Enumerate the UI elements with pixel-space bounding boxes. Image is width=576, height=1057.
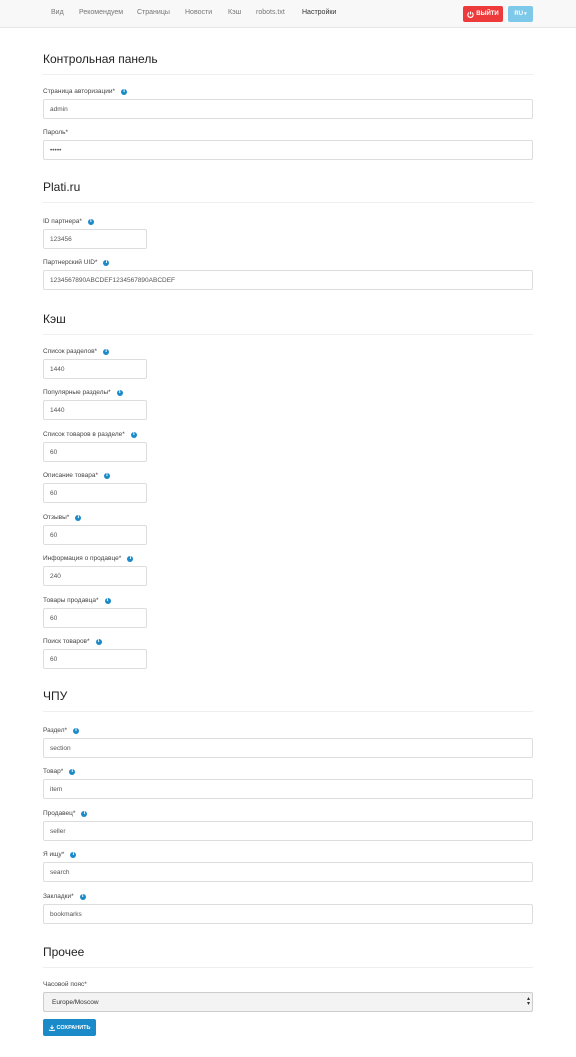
- cache-seller-items-input[interactable]: 60: [43, 608, 147, 628]
- cache-item-search-input[interactable]: 60: [43, 649, 147, 669]
- cache-reviews-input[interactable]: 60: [43, 525, 147, 545]
- seo-field-label-text: Раздел*: [43, 727, 68, 734]
- partner-uid-input[interactable]: 1234567890ABCDEF1234567890ABCDEF: [43, 270, 533, 290]
- section-title-seo-urls: ЧПУ: [43, 689, 68, 703]
- logout-button[interactable]: ВЫЙТИ: [463, 6, 503, 22]
- download-icon: [48, 1024, 55, 1031]
- cache-items-in-section-input[interactable]: 60: [43, 442, 147, 462]
- seo-item-input[interactable]: item: [43, 779, 533, 799]
- password-input[interactable]: •••••: [43, 140, 533, 160]
- info-icon[interactable]: i: [103, 259, 110, 266]
- partner-id-label: ID партнера* i: [43, 218, 94, 225]
- cache-field-label: Поиск товаров* i: [43, 638, 102, 645]
- seo-section-input[interactable]: section: [43, 738, 533, 758]
- partner-uid-label: Партнерский UID* i: [43, 259, 110, 266]
- cache-sections-list-input[interactable]: 1440: [43, 359, 147, 379]
- info-icon[interactable]: i: [121, 88, 128, 95]
- language-dropdown[interactable]: RU ▾: [508, 6, 533, 22]
- save-label: СОХРАНИТЬ: [56, 1024, 91, 1031]
- seo-field-label-text: Продавец*: [43, 810, 76, 817]
- nav-item-pages[interactable]: Страницы: [137, 9, 170, 16]
- caret-down-icon: ▾: [524, 11, 527, 17]
- seo-field-label: Я ищу* i: [43, 851, 77, 858]
- info-icon[interactable]: i: [116, 389, 123, 396]
- seo-bookmarks-input[interactable]: bookmarks: [43, 904, 533, 924]
- info-icon[interactable]: i: [79, 893, 86, 900]
- timezone-value: Europe/Moscow: [52, 998, 99, 1006]
- nav-item-news[interactable]: Новости: [185, 9, 212, 16]
- cache-item-description-input[interactable]: 60: [43, 483, 147, 503]
- cache-field-label-text: Товары продавца*: [43, 597, 99, 604]
- partner-id-label-text: ID партнера*: [43, 218, 82, 225]
- timezone-select[interactable]: Europe/Moscow ▴ ▾: [43, 992, 533, 1012]
- login-page-label: Страница авторизации* i: [43, 88, 128, 95]
- seo-field-label-text: Закладки*: [43, 893, 74, 900]
- divider: [43, 711, 533, 712]
- seo-search-input[interactable]: search: [43, 862, 533, 882]
- seo-field-label: Продавец* i: [43, 810, 88, 817]
- partner-id-input[interactable]: 123456: [43, 229, 147, 249]
- cache-field-label-text: Описание товара*: [43, 472, 98, 479]
- cache-field-label-text: Отзывы*: [43, 514, 70, 521]
- login-page-input[interactable]: admin: [43, 99, 533, 119]
- language-label: RU: [514, 11, 524, 17]
- seo-field-label-text: Я ищу*: [43, 851, 65, 858]
- top-navbar: Вид Рекомендуем Страницы Новости Кэш rob…: [0, 0, 576, 28]
- divider: [43, 334, 533, 335]
- cache-field-label: Популярные разделы* i: [43, 389, 123, 396]
- password-label: Пароль*: [43, 129, 68, 136]
- logout-label: ВЫЙТИ: [476, 11, 499, 17]
- nav-item-recommended[interactable]: Рекомендуем: [79, 9, 123, 16]
- info-icon[interactable]: i: [73, 727, 80, 734]
- section-title-plati: Plati.ru: [43, 180, 81, 194]
- section-title-other: Прочее: [43, 945, 85, 959]
- info-icon[interactable]: i: [104, 597, 111, 604]
- nav-item-view[interactable]: Вид: [51, 9, 64, 16]
- timezone-label: Часовой пояс*: [43, 981, 87, 988]
- info-icon[interactable]: i: [127, 555, 134, 562]
- nav-item-settings[interactable]: Настройки: [302, 9, 336, 16]
- info-icon[interactable]: i: [75, 514, 82, 521]
- cache-field-label: Информация о продавце* i: [43, 555, 134, 562]
- login-page-label-text: Страница авторизации*: [43, 88, 116, 95]
- cache-popular-sections-input[interactable]: 1440: [43, 400, 147, 420]
- info-icon[interactable]: i: [70, 851, 77, 858]
- divider: [43, 74, 533, 75]
- info-icon[interactable]: i: [130, 431, 137, 438]
- seo-field-label: Товар* i: [43, 768, 76, 775]
- select-arrows-icon: ▴ ▾: [526, 996, 530, 1007]
- cache-field-label: Товары продавца* i: [43, 597, 111, 604]
- cache-field-label-text: Список разделов*: [43, 348, 98, 355]
- nav-item-robots[interactable]: robots.txt: [256, 9, 285, 16]
- info-icon[interactable]: i: [95, 638, 102, 645]
- partner-uid-label-text: Партнерский UID*: [43, 259, 98, 266]
- info-icon[interactable]: i: [81, 810, 88, 817]
- info-icon[interactable]: i: [87, 218, 94, 225]
- nav-item-cache[interactable]: Кэш: [228, 9, 241, 16]
- power-icon: [467, 11, 474, 18]
- seo-field-label-text: Товар*: [43, 768, 64, 775]
- seo-field-label: Закладки* i: [43, 893, 86, 900]
- cache-field-label-text: Информация о продавце*: [43, 555, 122, 562]
- save-button[interactable]: СОХРАНИТЬ: [43, 1019, 96, 1036]
- seo-field-label: Раздел* i: [43, 727, 80, 734]
- seo-seller-input[interactable]: seller: [43, 821, 533, 841]
- info-icon[interactable]: i: [69, 768, 76, 775]
- info-icon[interactable]: i: [104, 472, 110, 479]
- cache-field-label: Описание товара* i: [43, 472, 110, 479]
- divider: [43, 202, 533, 203]
- cache-field-label-text: Список товаров в разделе*: [43, 431, 125, 438]
- cache-seller-info-input[interactable]: 240: [43, 566, 147, 586]
- section-title-control-panel: Контрольная панель: [43, 52, 158, 66]
- cache-field-label: Список товаров в разделе* i: [43, 431, 137, 438]
- section-title-cache: Кэш: [43, 312, 66, 326]
- cache-field-label-text: Поиск товаров*: [43, 638, 90, 645]
- cache-field-label: Список разделов* i: [43, 348, 110, 355]
- cache-field-label-text: Популярные разделы*: [43, 389, 111, 396]
- timezone-label-text: Часовой пояс*: [43, 981, 87, 988]
- password-label-text: Пароль*: [43, 129, 69, 136]
- cache-field-label: Отзывы* i: [43, 514, 82, 521]
- divider: [43, 967, 533, 968]
- info-icon[interactable]: i: [103, 348, 110, 355]
